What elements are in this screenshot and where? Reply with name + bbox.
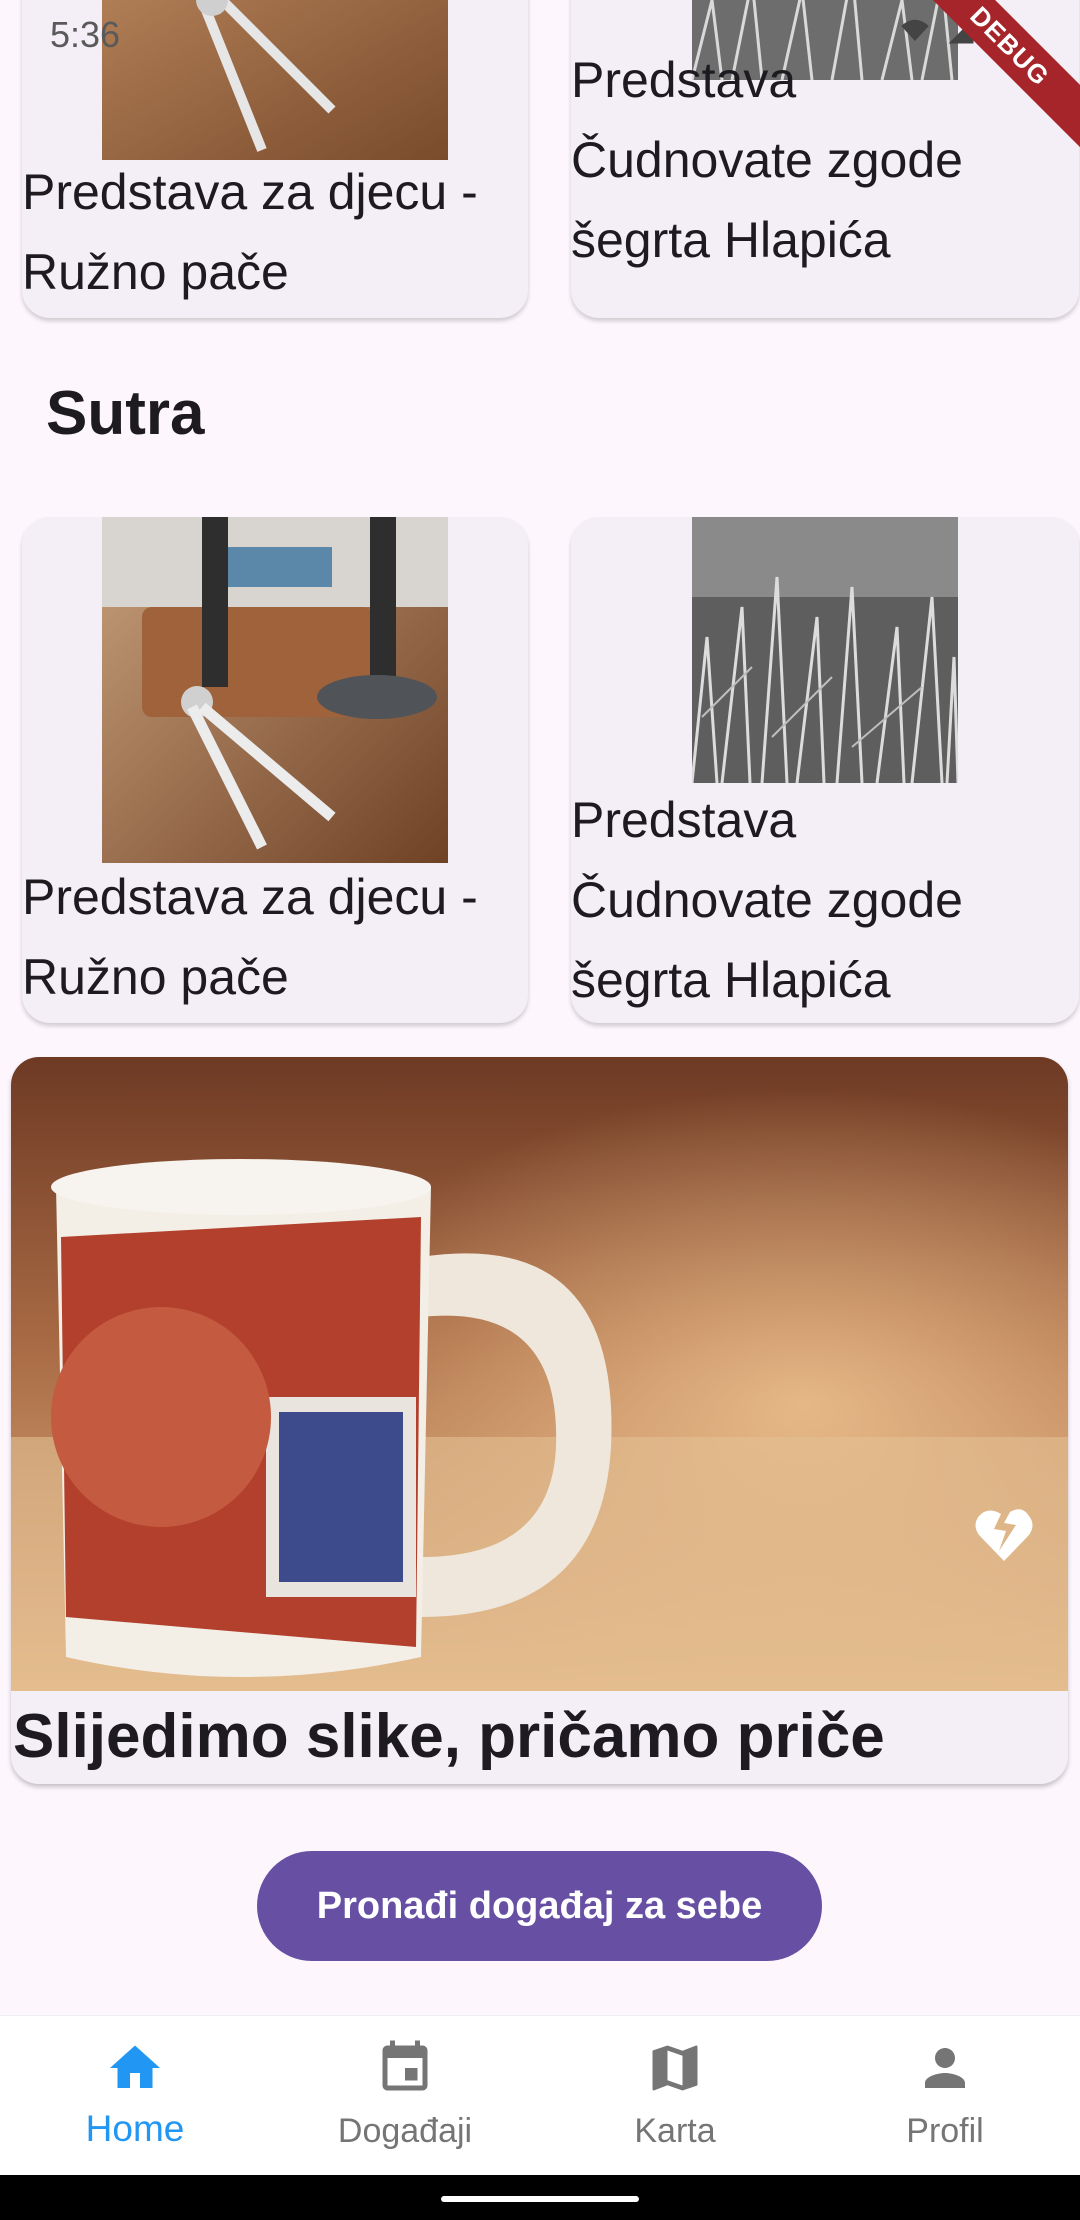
map-icon	[652, 2045, 698, 2091]
featured-event-card[interactable]: Slijedimo slike, pričamo priče	[11, 1057, 1068, 1784]
home-gesture-handle[interactable]	[441, 2196, 639, 2202]
featured-event-image	[11, 1057, 1068, 1691]
wifi-icon	[901, 19, 929, 41]
broken-heart-icon[interactable]	[974, 1507, 1034, 1563]
nav-label-map: Karta	[634, 2112, 716, 2150]
event-card-title: Predstava za djecu - Ružno pače	[22, 869, 478, 1005]
nav-item-map[interactable]: Karta	[540, 2016, 810, 2176]
nav-item-events[interactable]: Događaji	[270, 2016, 540, 2176]
event-card-image	[692, 517, 958, 783]
nav-item-home[interactable]: Home	[0, 2016, 270, 2176]
nav-label-profile: Profil	[906, 2112, 984, 2150]
find-event-button[interactable]: Pronađi događaj za sebe	[257, 1851, 822, 1961]
bottom-navigation: Home Događaji Karta Profil	[0, 2015, 1080, 2175]
event-card-image	[102, 0, 448, 160]
nav-item-profile[interactable]: Profil	[810, 2016, 1080, 2176]
calendar-icon	[382, 2040, 428, 2091]
home-icon	[110, 2045, 160, 2088]
status-time: 5:36	[50, 14, 121, 55]
event-card-image	[102, 517, 448, 863]
section-title: Sutra	[46, 379, 205, 448]
screen: 5:36 DEBUG Predstava za djecu - Ružno pa…	[0, 0, 1080, 2220]
event-card[interactable]: Predstava za djecu - Ružno pače	[22, 517, 528, 1023]
nav-label-home: Home	[85, 2108, 185, 2149]
featured-event-title: Slijedimo slike, pričamo priče	[13, 1702, 885, 1771]
nav-label-events: Događaji	[337, 2112, 473, 2150]
person-icon	[925, 2048, 965, 2088]
event-card-title: Predstava za djecu - Ružno pače	[22, 164, 478, 300]
event-card-title: Predstava Čudnovate zgode šegrta Hlapića	[571, 792, 963, 1008]
event-card[interactable]: Predstava Čudnovate zgode šegrta Hlapića	[571, 517, 1079, 1023]
event-card-title: Predstava Čudnovate zgode šegrta Hlapića	[571, 52, 963, 268]
